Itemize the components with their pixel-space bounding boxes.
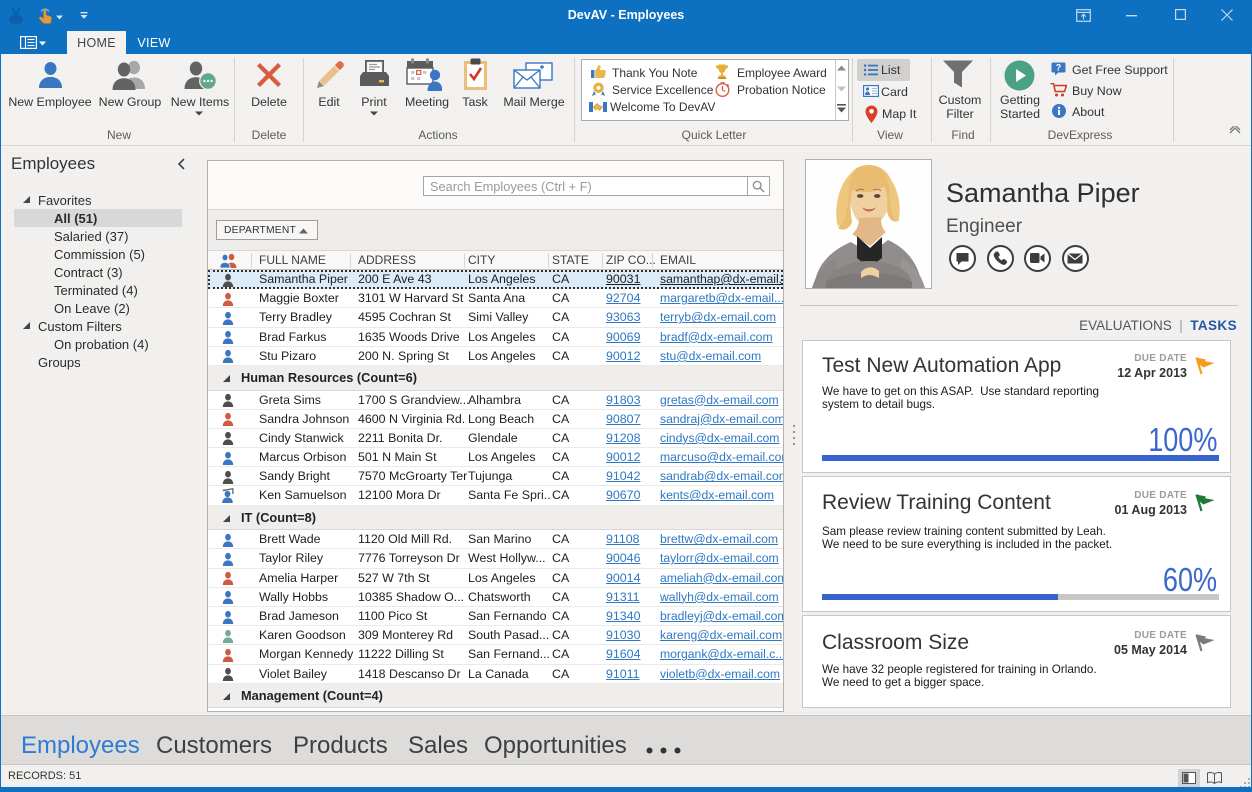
svg-text:?: ?: [1056, 63, 1062, 73]
